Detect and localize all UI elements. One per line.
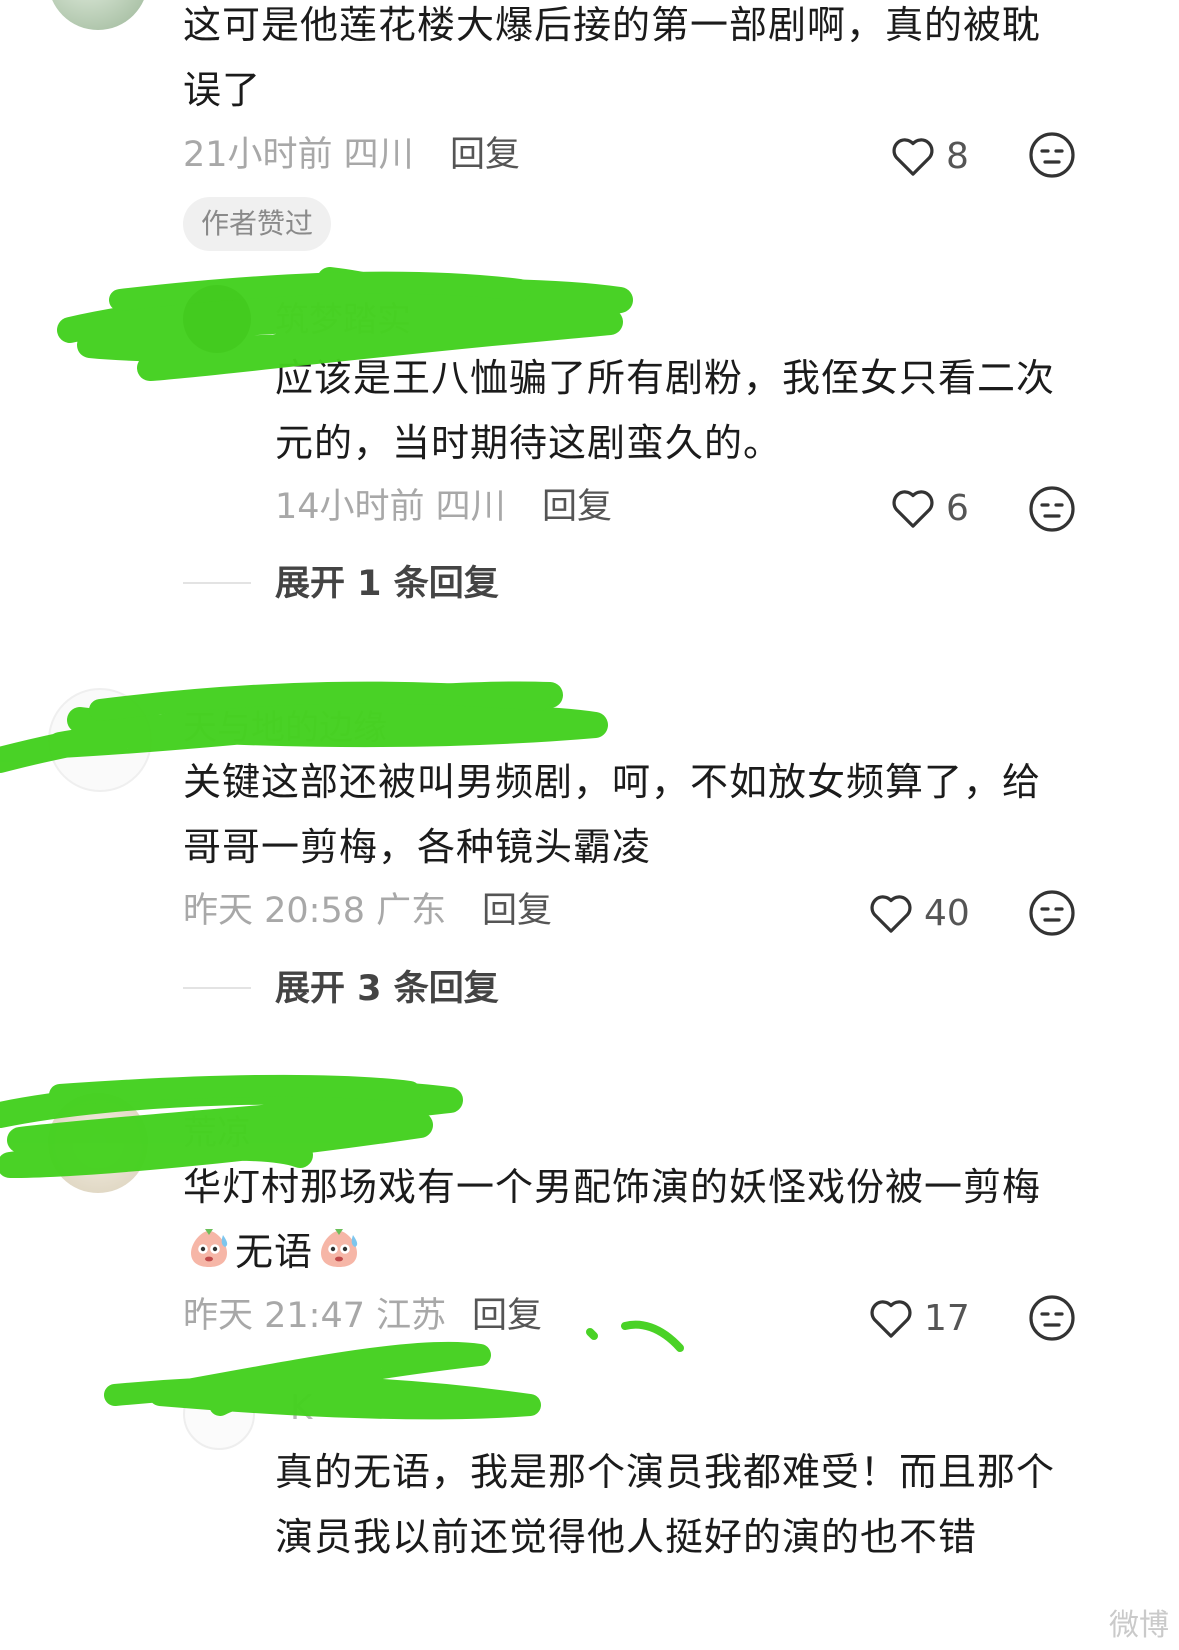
avatar[interactable]	[48, 0, 148, 30]
like-button[interactable]: 40	[868, 885, 970, 941]
like-button[interactable]: 8	[890, 128, 969, 184]
sweat-emoji-icon	[321, 1229, 358, 1267]
heart-outline-icon	[870, 895, 912, 933]
comment-body-tail: 无语	[235, 1230, 314, 1274]
comment-text: 真的无语，我是那个演员我都难受！而且那个演员我以前还觉得他人挺好的演的也不错	[275, 1450, 1056, 1559]
reply-button[interactable]: 回复	[450, 133, 520, 177]
divider	[183, 987, 251, 989]
username[interactable]: K	[290, 1388, 312, 1428]
avatar[interactable]	[183, 1378, 255, 1450]
comment-meta: 21小时前 四川	[183, 135, 414, 175]
like-button[interactable]: 6	[890, 480, 969, 536]
emoji-face-icon[interactable]	[1028, 889, 1076, 937]
like-count: 8	[946, 135, 969, 177]
author-liked-badge: 作者赞过	[183, 197, 332, 251]
comment-meta: 昨天 20:58 广东	[183, 891, 447, 931]
comment-text: 这可是他莲花楼大爆后接的第一部剧啊，真的被耽误了	[183, 3, 1042, 112]
reply-button[interactable]: 回复	[482, 889, 552, 933]
sweat-emoji-icon	[191, 1229, 228, 1267]
reply-button[interactable]: 回复	[542, 485, 612, 529]
emoji-face-icon[interactable]	[1028, 485, 1076, 533]
like-count: 17	[924, 1297, 970, 1339]
comment-meta: 昨天 21:47 江苏	[183, 1296, 447, 1336]
watermark: 微博	[1109, 1608, 1169, 1643]
username[interactable]: 荒凉	[183, 1105, 251, 1154]
reply-button[interactable]: 回复	[472, 1294, 542, 1338]
comment-meta: 14小时前 四川	[275, 487, 506, 527]
avatar[interactable]	[183, 285, 251, 353]
username[interactable]: 筑梦踏实	[275, 292, 411, 341]
heart-outline-icon	[892, 138, 934, 176]
comment-text: 应该是王八恤骗了所有剧粉，我侄女只看二次元的，当时期待这剧蛮久的。	[275, 356, 1056, 465]
comment-body: 华灯村那场戏有一个男配饰演的妖怪戏份被一剪梅	[183, 1165, 1042, 1209]
comment-text: 华灯村那场戏有一个男配饰演的妖怪戏份被一剪梅 无语	[183, 1155, 1073, 1285]
heart-outline-icon	[870, 1300, 912, 1338]
like-count: 40	[924, 892, 970, 934]
divider	[183, 582, 251, 584]
emoji-face-icon[interactable]	[1028, 131, 1076, 179]
like-count: 6	[946, 487, 969, 529]
like-button[interactable]: 17	[868, 1290, 970, 1346]
avatar[interactable]	[48, 688, 152, 792]
expand-replies-button[interactable]: 展开 3 条回复	[275, 967, 499, 1011]
expand-replies-button[interactable]: 展开 1 条回复	[275, 562, 499, 606]
emoji-face-icon[interactable]	[1028, 1294, 1076, 1342]
avatar[interactable]	[48, 1093, 148, 1193]
heart-outline-icon	[892, 490, 934, 528]
comment-text: 关键这部还被叫男频剧，呵，不如放女频算了，给哥哥一剪梅，各种镜头霸凌	[183, 760, 1042, 869]
username[interactable]: 天与地的边缘	[183, 700, 387, 749]
